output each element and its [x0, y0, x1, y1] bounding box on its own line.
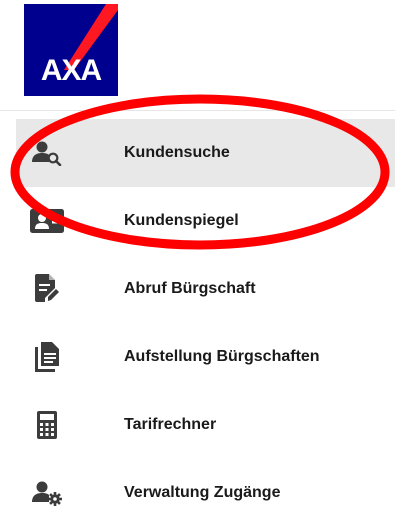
nav-label-kundensuche: Kundensuche: [124, 144, 230, 161]
nav-item-kundensuche[interactable]: Kundensuche: [16, 119, 395, 187]
user-search-icon: [30, 136, 64, 170]
calculator-icon: [30, 408, 64, 442]
document-edit-icon: [30, 272, 64, 306]
nav-label-aufstellung-buergschaften: Aufstellung Bürgschaften: [124, 348, 320, 365]
nav-item-verwaltung-zugaenge[interactable]: Verwaltung Zugänge: [16, 459, 395, 527]
nav-item-abruf-buergschaft[interactable]: Abruf Bürgschaft: [16, 255, 395, 323]
logo-text: AXA: [40, 54, 102, 87]
contact-card-icon: [30, 204, 64, 238]
header-divider: [0, 110, 395, 111]
nav-item-aufstellung-buergschaften[interactable]: Aufstellung Bürgschaften: [16, 323, 395, 391]
nav-label-kundenspiegel: Kundenspiegel: [124, 212, 239, 229]
nav-label-abruf-buergschaft: Abruf Bürgschaft: [124, 280, 256, 297]
sidebar-nav: Kundensuche Kundenspiegel Abruf Bürgscha…: [16, 119, 395, 527]
axa-logo[interactable]: AXA: [24, 4, 118, 96]
nav-item-kundenspiegel[interactable]: Kundenspiegel: [16, 187, 395, 255]
user-settings-icon: [30, 476, 64, 510]
nav-label-verwaltung-zugaenge: Verwaltung Zugänge: [124, 484, 281, 501]
nav-item-tarifrechner[interactable]: Tarifrechner: [16, 391, 395, 459]
nav-label-tarifrechner: Tarifrechner: [124, 416, 217, 433]
documents-list-icon: [30, 340, 64, 374]
